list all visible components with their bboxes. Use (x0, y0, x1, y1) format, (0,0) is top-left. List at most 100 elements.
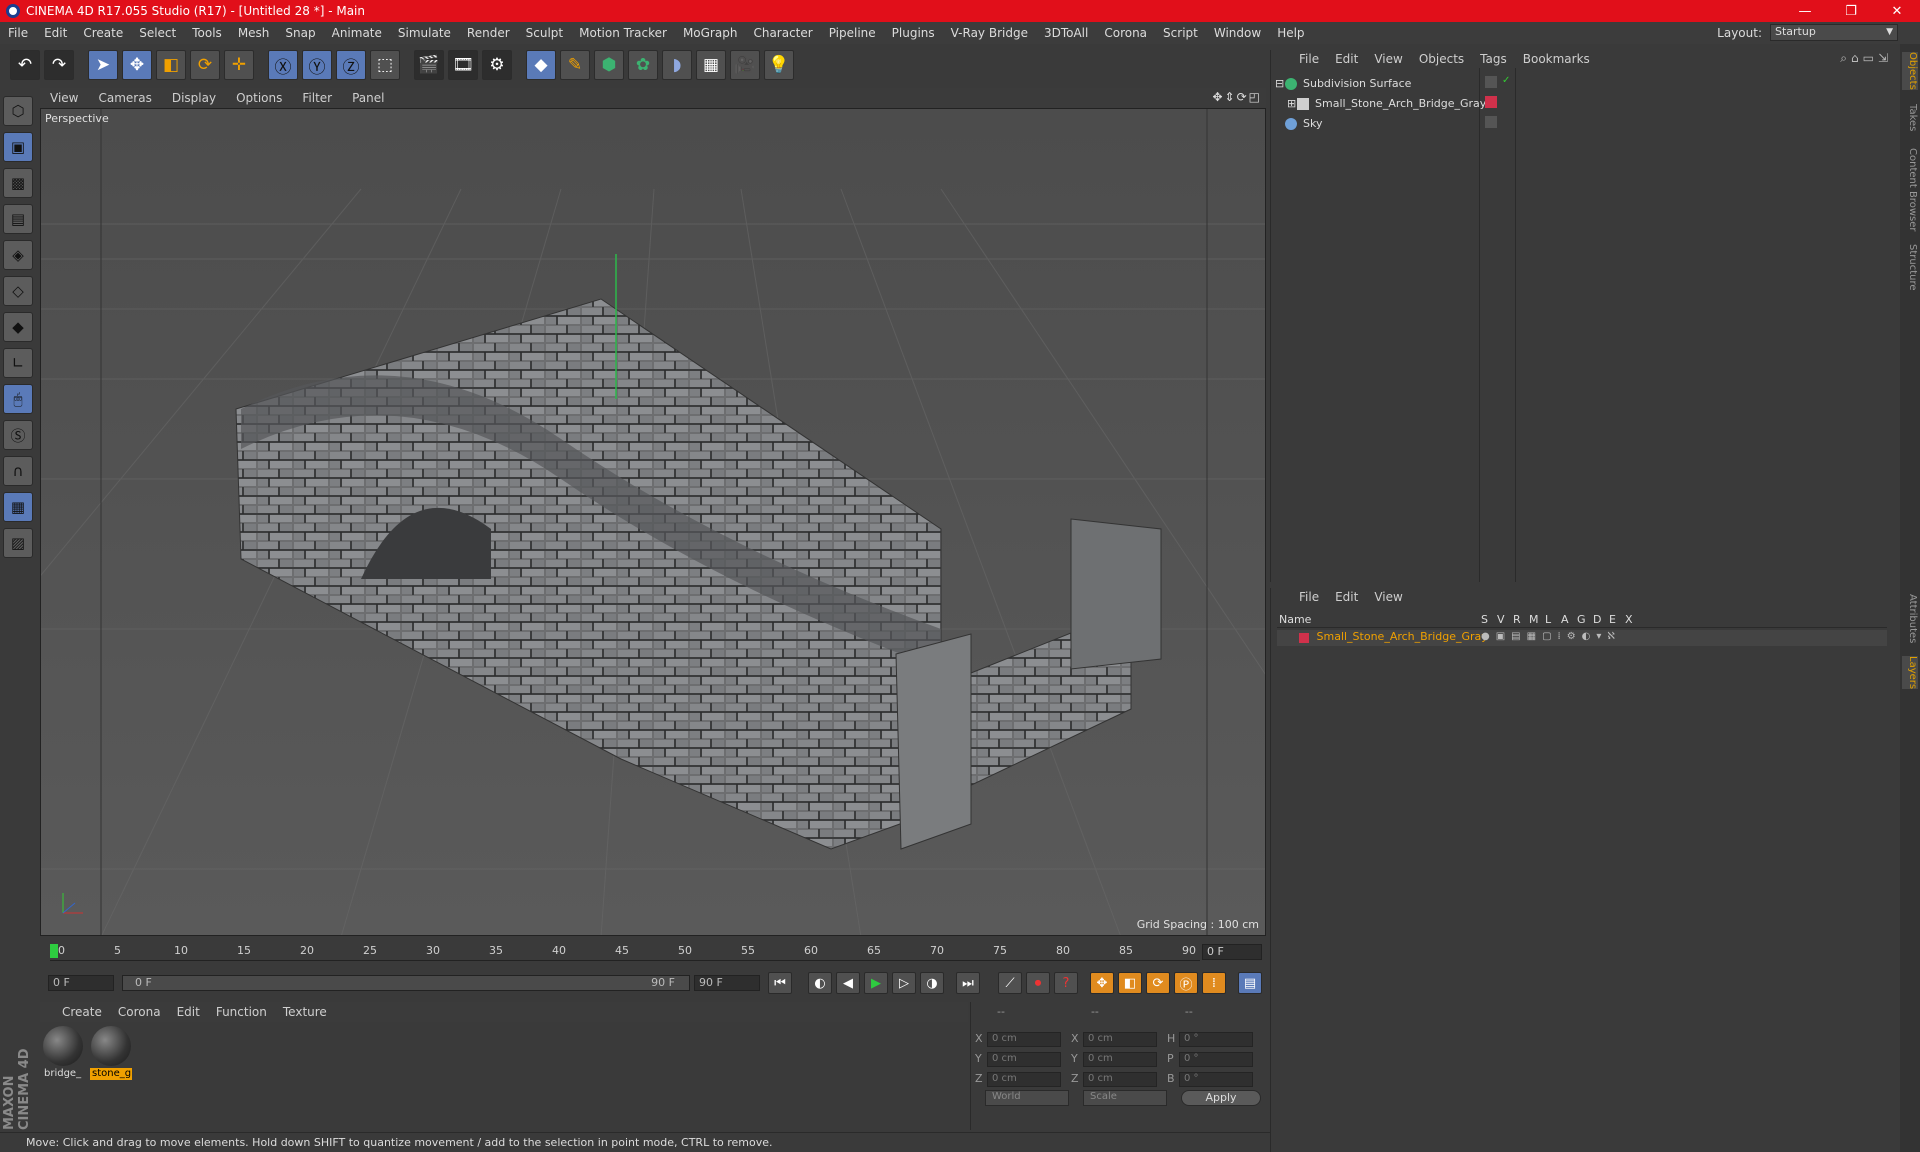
menu-sculpt[interactable]: Sculpt (518, 26, 571, 40)
x-axis-lock-icon[interactable]: Ⓧ (268, 50, 298, 80)
layer-col-manager[interactable]: M (1529, 613, 1539, 626)
layers-menu-view[interactable]: View (1366, 590, 1410, 604)
timeline-window-icon[interactable]: ▤ (1238, 972, 1262, 994)
perspective-viewport[interactable]: Perspective Grid Spacing : 100 cm (40, 108, 1266, 936)
viewport-menu-filter[interactable]: Filter (292, 91, 342, 105)
play-icon[interactable]: ▶ (864, 972, 888, 994)
expand-icon[interactable]: ⊟ (1275, 77, 1285, 90)
previous-key-icon[interactable]: ◐ (808, 972, 832, 994)
objects-menu-bookmarks[interactable]: Bookmarks (1515, 52, 1598, 66)
layer-col-locked[interactable]: L (1545, 613, 1551, 626)
menu-vray-bridge[interactable]: V-Ray Bridge (943, 26, 1036, 40)
objects-menu-objects[interactable]: Objects (1411, 52, 1472, 66)
key-rotation-icon[interactable]: ⟳ (1146, 972, 1170, 994)
tab-objects[interactable]: Objects (1902, 52, 1918, 90)
scale-tool-icon[interactable]: ◧ (156, 50, 186, 80)
previous-frame-icon[interactable]: ◀ (836, 972, 860, 994)
start-frame-field[interactable]: 0 F (48, 975, 114, 991)
cube-object-icon[interactable]: ◆ (526, 50, 556, 80)
select-arrow-icon[interactable]: ➤ (88, 50, 118, 80)
key-pla-icon[interactable]: ⁞ (1202, 972, 1226, 994)
record-keys-icon[interactable]: ⏺ (1026, 972, 1050, 994)
search-icon[interactable]: ⌕⌂▭⇲ (1840, 51, 1892, 66)
move-tool-icon[interactable]: ✥ (122, 50, 152, 80)
polygon-mode-icon[interactable]: ◆ (3, 312, 33, 342)
objects-menu-file[interactable]: File (1291, 52, 1327, 66)
workplane-mode-icon[interactable]: ▤ (3, 204, 33, 234)
layer-toggle-icons[interactable]: ●▣▤▦▢⁞⚙◐▾ℵ (1481, 631, 1621, 642)
grid-snap-icon[interactable]: ▨ (3, 528, 33, 558)
menu-render[interactable]: Render (459, 26, 518, 40)
size-z-field[interactable]: 0 cm (1083, 1072, 1157, 1087)
make-editable-icon[interactable]: ⬡ (3, 96, 33, 126)
key-parameter-icon[interactable]: Ⓟ (1174, 972, 1198, 994)
object-row[interactable]: ⊟ Subdivision Surface (1275, 74, 1920, 93)
next-frame-icon[interactable]: ▷ (892, 972, 916, 994)
menu-pipeline[interactable]: Pipeline (821, 26, 884, 40)
layer-row[interactable]: Small_Stone_Arch_Bridge_Gray ●▣▤▦▢⁞⚙◐▾ℵ (1277, 630, 1887, 646)
menu-animate[interactable]: Animate (324, 26, 390, 40)
key-position-icon[interactable]: ✥ (1090, 972, 1114, 994)
tab-takes[interactable]: Takes (1902, 104, 1918, 131)
apply-button[interactable]: Apply (1181, 1090, 1261, 1106)
workplane-lock-icon[interactable]: ▦ (3, 492, 33, 522)
material-menu-edit[interactable]: Edit (169, 1005, 208, 1019)
size-y-field[interactable]: 0 cm (1083, 1052, 1157, 1067)
menu-window[interactable]: Window (1206, 26, 1269, 40)
material-menu-texture[interactable]: Texture (275, 1005, 335, 1019)
menu-mograph[interactable]: MoGraph (675, 26, 746, 40)
menu-tools[interactable]: Tools (184, 26, 230, 40)
close-button[interactable]: ✕ (1874, 0, 1920, 22)
layers-menu-file[interactable]: File (1291, 590, 1327, 604)
layer-tag-icon[interactable] (1485, 76, 1497, 88)
objects-menu-edit[interactable]: Edit (1327, 52, 1366, 66)
menu-plugins[interactable]: Plugins (884, 26, 943, 40)
model-mode-icon[interactable]: ▣ (3, 132, 33, 162)
end-frame-field[interactable]: 90 F (694, 975, 760, 991)
y-axis-lock-icon[interactable]: Ⓨ (302, 50, 332, 80)
layer-color-swatch[interactable] (1299, 633, 1309, 643)
material-menu-corona[interactable]: Corona (110, 1005, 169, 1019)
camera-icon[interactable]: 🎥 (730, 50, 760, 80)
render-picture-viewer-icon[interactable]: 🎞 (448, 50, 478, 80)
material-swatch[interactable]: stone_g (90, 1024, 132, 1082)
objects-menu-view[interactable]: View (1366, 52, 1410, 66)
layout-dropdown[interactable]: Startup ▼ (1770, 24, 1898, 41)
menu-snap[interactable]: Snap (277, 26, 323, 40)
mograph-cloner-icon[interactable]: ✿ (628, 50, 658, 80)
tab-attributes[interactable]: Attributes (1902, 594, 1918, 643)
viewport-menu-options[interactable]: Options (226, 91, 292, 105)
rotation-b-field[interactable]: 0 ° (1179, 1072, 1253, 1087)
object-row[interactable]: Sky (1275, 114, 1920, 133)
menu-mesh[interactable]: Mesh (230, 26, 278, 40)
layer-col-solo[interactable]: S (1481, 613, 1488, 626)
position-x-field[interactable]: 0 cm (987, 1032, 1061, 1047)
tweak-mode-icon[interactable]: 🖱 (3, 384, 33, 414)
enabled-check-icon[interactable]: ✓ (1502, 75, 1510, 86)
layers-menu-edit[interactable]: Edit (1327, 590, 1366, 604)
object-row[interactable]: ⊞ Small_Stone_Arch_Bridge_Gray (1275, 94, 1920, 113)
layer-col-deformers[interactable]: D (1593, 613, 1601, 626)
viewport-menu-panel[interactable]: Panel (342, 91, 394, 105)
rotation-h-field[interactable]: 0 ° (1179, 1032, 1253, 1047)
axis-mode-icon[interactable]: ∟ (3, 348, 33, 378)
layer-col-generators[interactable]: G (1577, 613, 1586, 626)
layer-col-animation[interactable]: A (1561, 613, 1569, 626)
edge-mode-icon[interactable]: ◇ (3, 276, 33, 306)
minimize-button[interactable]: — (1782, 0, 1828, 22)
menu-help[interactable]: Help (1269, 26, 1312, 40)
point-mode-icon[interactable]: ◈ (3, 240, 33, 270)
viewport-navigation-icons[interactable]: ✥⇕⟳◰ (1212, 90, 1262, 104)
tab-content-browser[interactable]: Content Browser (1902, 148, 1918, 231)
subdivision-surface-icon[interactable]: ⬢ (594, 50, 624, 80)
key-scale-icon[interactable]: ◧ (1118, 972, 1142, 994)
viewport-menu-view[interactable]: View (40, 91, 88, 105)
viewport-menu-cameras[interactable]: Cameras (88, 91, 161, 105)
floor-scene-icon[interactable]: ▦ (696, 50, 726, 80)
menu-edit[interactable]: Edit (36, 26, 75, 40)
go-to-start-icon[interactable]: ⏮ (768, 972, 792, 994)
material-menu-function[interactable]: Function (208, 1005, 275, 1019)
coordinate-space-dropdown[interactable]: World (985, 1090, 1069, 1106)
undo-icon[interactable]: ↶ (10, 50, 40, 80)
layer-tag-icon[interactable] (1485, 116, 1497, 128)
